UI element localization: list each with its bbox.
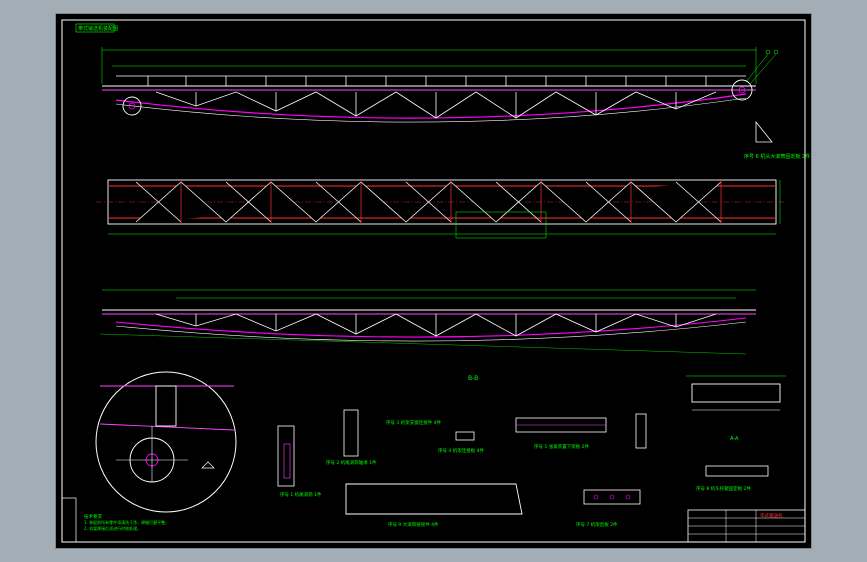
part-label-8: 序号 8 机头托辊固定板 2件 xyxy=(696,485,752,492)
part-label-7: 序号 7 机架后板 2件 xyxy=(576,521,618,528)
parts-area[interactable]: 序号 1 机尾滚筒 1件 序号 2 机尾滚筒轴承 1件 序号 3 机架支腿连接件… xyxy=(277,375,786,528)
section-label: B-B xyxy=(468,375,478,382)
part-label-6: 序号 6 机头大滚筒固定板 2件 xyxy=(744,153,810,160)
detail-label: A-A xyxy=(730,436,739,442)
note-2: 2. 机架焊接后须进行时效处理。 xyxy=(84,525,141,531)
note-title: 技术要求 xyxy=(84,513,102,520)
cad-drawing-sheet[interactable]: 带式输送机装配图 序号 6 机头大滚筒固定板 2件 B-B 序号 1 机尾滚筒 … xyxy=(56,14,811,548)
title-block: 带式输送机 xyxy=(687,509,806,543)
side-view[interactable]: 序号 6 机头大滚筒固定板 2件 xyxy=(101,47,810,160)
note-1: 1. 装配前所有零件须清洗干净，焊缝打磨平整。 xyxy=(84,519,169,525)
part-label-9: 序号 9 大滚筒链接件 4件 xyxy=(388,521,439,528)
notes: 技术要求 1. 装配前所有零件须清洗干净，焊缝打磨平整。 2. 机架焊接后须进行… xyxy=(84,513,169,531)
left-stamp xyxy=(61,497,77,543)
part-label-3: 序号 3 机架支腿连接件 4件 xyxy=(386,419,442,426)
title-tag-text: 带式输送机装配图 xyxy=(78,25,118,32)
plan-view[interactable] xyxy=(96,179,786,239)
table-title: 带式输送机 xyxy=(760,512,783,519)
part-label-5: 序号 5 张紧装置下架板 2件 xyxy=(534,443,590,450)
detail-circle-view[interactable] xyxy=(95,371,237,513)
lower-side-view[interactable]: B-B xyxy=(99,289,756,382)
part-label-2: 序号 2 机尾滚筒轴承 1件 xyxy=(326,459,377,466)
cad-drawing-canvas[interactable]: 带式输送机装配图 序号 6 机头大滚筒固定板 2件 B-B 序号 1 机尾滚筒 … xyxy=(56,14,811,548)
part-label-1: 序号 1 机尾滚筒 1件 xyxy=(280,491,322,498)
part-label-4: 序号 4 机架连接板 4件 xyxy=(438,447,485,454)
